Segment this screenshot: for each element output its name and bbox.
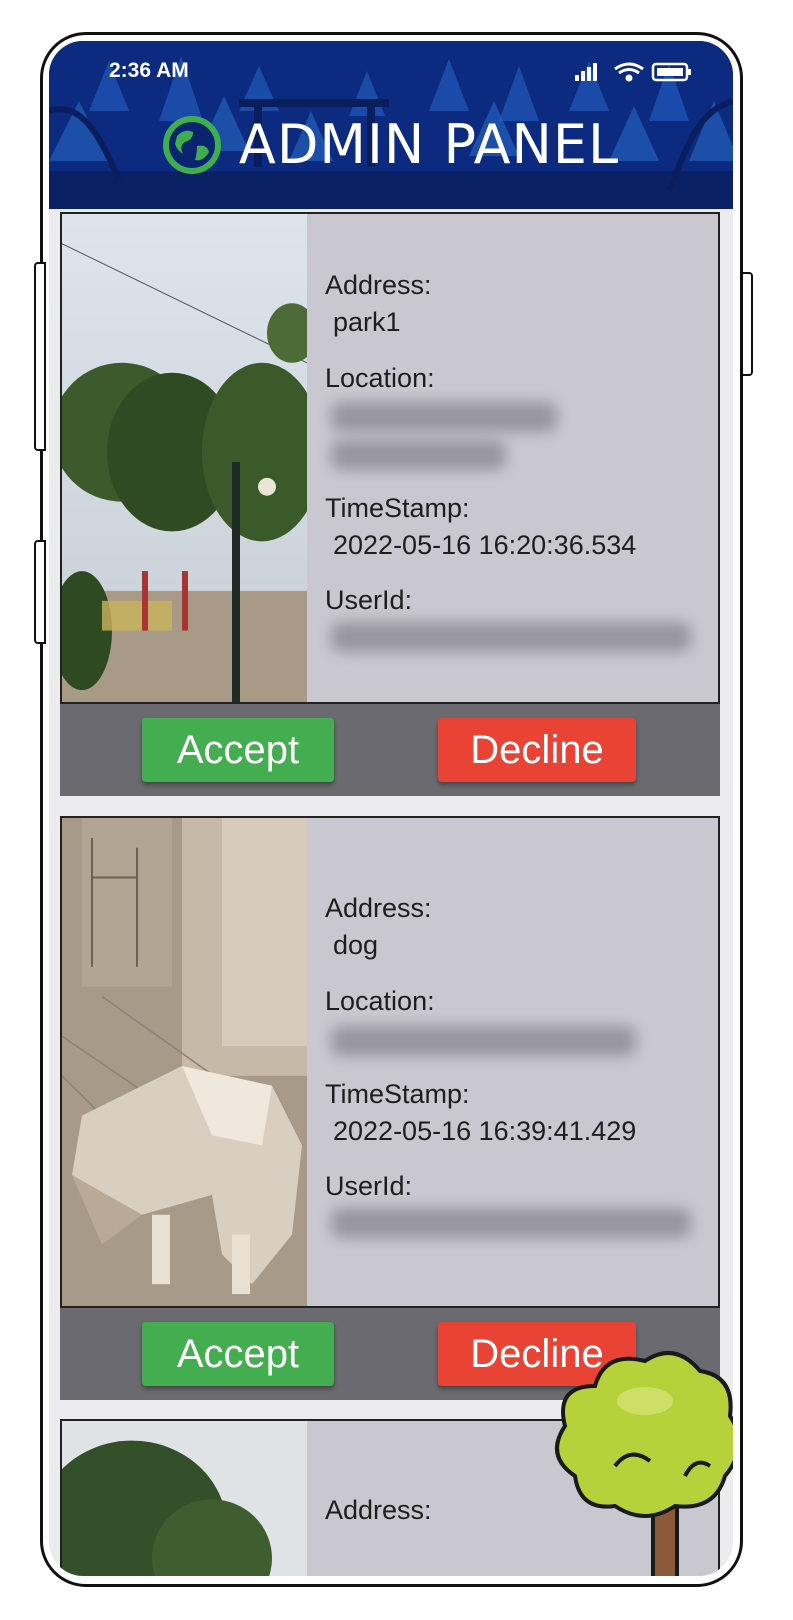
battery-icon (651, 62, 691, 82)
submission-card: Address: park1 Location: TimeStamp: 2022… (60, 212, 720, 796)
globe-icon (162, 115, 221, 174)
accept-button[interactable]: Accept (142, 718, 334, 782)
userid-label: UserId: (325, 585, 413, 615)
address-value: dog (333, 930, 379, 960)
submission-photo-tree (62, 1421, 307, 1576)
card-body: Address: dog Location: TimeStamp: 2022-0… (60, 816, 720, 1308)
side-button-left (34, 262, 46, 451)
address-value: park1 (333, 307, 401, 337)
timestamp-label: TimeStamp: (325, 1079, 470, 1109)
location-value-redacted (331, 402, 557, 432)
submission-photo-park (62, 214, 307, 702)
card-info: Address: dog Location: TimeStamp: 2022-0… (325, 818, 718, 1306)
userid-label: UserId: (325, 1171, 413, 1201)
location-value-redacted-2 (331, 440, 506, 470)
side-button-left-lower (34, 540, 46, 644)
wifi-icon (614, 62, 644, 82)
status-time: 2:36 AM (109, 59, 189, 82)
accept-button[interactable]: Accept (142, 1322, 334, 1386)
card-actions: Accept Decline (60, 704, 720, 796)
decline-button[interactable]: Decline (438, 718, 636, 782)
userid-value-redacted (331, 1208, 691, 1238)
submission-photo-dog (62, 818, 307, 1306)
submission-card: Address: dog Location: TimeStamp: 2022-0… (60, 816, 720, 1400)
side-button-right (741, 272, 753, 376)
address-label: Address: (325, 893, 432, 923)
timestamp-value: 2022-05-16 16:20:36.534 (333, 530, 637, 560)
address-label: Address: (325, 1495, 432, 1525)
location-label: Location: (325, 986, 435, 1016)
app-screen: 2:36 AM ADMIN PANEL Address: park1 Locat… (49, 41, 733, 1576)
header-title-row: ADMIN PANEL (49, 113, 733, 176)
location-value-redacted (331, 1026, 636, 1056)
status-icons (573, 59, 693, 90)
timestamp-label: TimeStamp: (325, 493, 470, 523)
userid-value-redacted (331, 622, 691, 652)
address-label: Address: (325, 270, 432, 300)
card-info: Address: park1 Location: TimeStamp: 2022… (325, 214, 718, 702)
location-label: Location: (325, 363, 435, 393)
signal-icon (575, 63, 597, 81)
app-header: 2:36 AM ADMIN PANEL (49, 41, 733, 209)
timestamp-value: 2022-05-16 16:39:41.429 (333, 1116, 637, 1146)
card-body: Address: park1 Location: TimeStamp: 2022… (60, 212, 720, 704)
tree-mascot-icon (555, 1351, 733, 1576)
page-title: ADMIN PANEL (238, 113, 620, 176)
